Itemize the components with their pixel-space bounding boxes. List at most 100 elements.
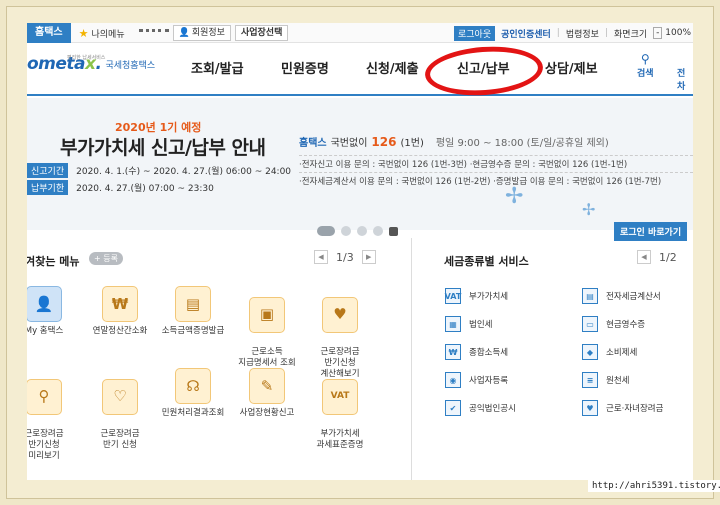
favorites-panel: 즐겨찾는 메뉴 + 등록 ◀ 1/3 ▶ 👤 My 홈택스 ₩ 연말정산간소화 … — [27, 238, 412, 480]
inquiry-line: ·전자세금계산서 이용 문의 : 국번없이 126 (1번-2번) ·증명발급 … — [299, 172, 693, 188]
schedule-text: 2020. 4. 1.(수) ~ 2020. 4. 27.(월) 06:00 ~… — [76, 167, 292, 177]
hotline-info: 홈택스 국번없이 126 (1번) 평일 9:00 ~ 18:00 (토/일/공… — [299, 135, 609, 149]
site-tab-hometax[interactable]: 홈택스 — [27, 23, 71, 43]
carousel-dot[interactable] — [341, 226, 351, 236]
tax-label: 종합소득세 — [469, 348, 509, 358]
search-button[interactable]: ⚲ 검색 — [637, 52, 654, 79]
page-indicator: 1/3 — [336, 250, 354, 264]
inquiry-line: ·전자신고 이용 문의 : 국번없이 126 (1번-3번) ·현금영수증 문의… — [299, 155, 693, 171]
person-icon: 👤 — [27, 286, 62, 322]
star-icon: ★ — [78, 26, 89, 40]
search-label: 검색 — [637, 69, 654, 79]
tile-label: 근로장려금 반기신청 미리보기 — [27, 429, 64, 461]
ledger-icon: ≡ — [582, 372, 598, 388]
prev-page-button[interactable]: ◀ — [637, 250, 651, 264]
member-info-label: 회원정보 — [191, 28, 225, 38]
favorites-pager: ◀ 1/3 ▶ — [314, 250, 376, 264]
blog-watermark: http://ahri5391.tistory.com — [588, 480, 720, 492]
carousel-dot[interactable] — [357, 226, 367, 236]
person-icon: 👤 — [178, 28, 190, 38]
heart-card-icon: ♥ — [322, 296, 358, 333]
hometax-logo[interactable]: 편리한 납세서비스 ometax. 국세청홈택스 — [27, 54, 155, 74]
cert-center-link[interactable]: 공인인증센터 — [501, 27, 551, 40]
add-favorite-button[interactable]: + 등록 — [89, 252, 123, 265]
schedule-payment: 납부기한 2020. 4. 27.(월) 07:00 ~ 23:30 — [27, 180, 214, 195]
tile-label: 근로장려금 반기 신청 — [100, 429, 140, 450]
my-menu-link[interactable]: ★ 나의메뉴 — [79, 27, 125, 40]
favorite-my-hometax[interactable]: 👤 My 홈택스 — [27, 286, 84, 337]
tax-vat[interactable]: VAT 부가가치세 — [445, 288, 508, 304]
tax-consumption[interactable]: ◆ 소비제세 — [582, 344, 637, 360]
nav-civil-certificate[interactable]: 민원증명 — [281, 58, 329, 77]
carousel-dot-active[interactable] — [317, 226, 335, 236]
divider: | — [604, 28, 609, 38]
favorite-civil-result[interactable]: ☊ 민원처리결과조회 — [153, 368, 233, 419]
tax-label: 근로·자녀장려금 — [606, 404, 664, 414]
legal-info-link[interactable]: 법령정보 — [566, 27, 599, 40]
favorite-business-status-report[interactable]: ✎ 사업장현황신고 — [227, 368, 307, 419]
vat-doc-icon: VAT — [322, 378, 358, 415]
tax-services-panel: 세금종류별 서비스 ◀ 1/2 VAT 부가가치세 ▦ 법인세 ₩ 종합소득세 … — [412, 238, 693, 480]
screen-size-label: 화면크기 — [614, 29, 648, 40]
favorite-incentive-preview[interactable]: ⚲ 근로장려금 반기신청 미리보기 — [27, 368, 84, 461]
money-bag-icon: ₩ — [102, 286, 138, 322]
prev-page-button[interactable]: ◀ — [314, 250, 328, 264]
tax-label: 부가가치세 — [469, 292, 509, 302]
tax-withholding[interactable]: ≡ 원천세 — [582, 372, 629, 388]
tax-cash-receipt[interactable]: ▭ 현금영수증 — [582, 316, 645, 332]
nav-inquiry-issue[interactable]: 조회/발급 — [191, 58, 244, 77]
tax-label: 현금영수증 — [606, 320, 646, 330]
pin-icon — [138, 29, 169, 37]
business-select-button[interactable]: 사업장선택 — [234, 25, 289, 41]
vat-icon: VAT — [445, 288, 461, 304]
tax-work-child-incentive[interactable]: ♥ 근로·자녀장려금 — [582, 400, 663, 416]
favorite-year-end-settlement[interactable]: ₩ 연말정산간소화 — [80, 286, 160, 337]
favorite-income-certificate[interactable]: ▤ 소득금액증명발급 — [153, 286, 233, 337]
heart-hand-icon: ♡ — [102, 378, 138, 415]
zoom-value: 100% — [665, 28, 691, 38]
hometax-page: 홈택스 ★ 나의메뉴 👤 회원정보 사업장선택 로그아웃 공인인증센터 | 법령… — [27, 23, 693, 480]
tax-label: 소비제세 — [606, 348, 638, 358]
utility-bar: 홈택스 ★ 나의메뉴 👤 회원정보 사업장선택 로그아웃 공인인증센터 | 법령… — [27, 23, 693, 43]
tile-label: 소득금액증명발급 — [161, 326, 225, 336]
tile-label: 민원처리결과조회 — [161, 408, 225, 418]
schedule-filing: 신고기간 2020. 4. 1.(수) ~ 2020. 4. 27.(월) 06… — [27, 163, 291, 178]
tile-label: 부가가치세 과세표준증명 — [316, 429, 364, 450]
pinwheel-icon: ✢ — [582, 200, 596, 219]
tax-corporate[interactable]: ▦ 법인세 — [445, 316, 492, 332]
divider: | — [556, 28, 560, 38]
checklist-icon: ✔ — [445, 400, 461, 416]
red-highlight-circle — [423, 42, 545, 100]
carousel-indicator — [317, 226, 398, 236]
favorite-incentive-calc[interactable]: ♥ 근로장려금 반기신청 계산해보기 — [300, 286, 380, 379]
favorite-earned-income-statement[interactable]: ▣ 근로소득 지급명세서 조회 — [227, 286, 307, 369]
carousel-dot[interactable] — [373, 226, 383, 236]
my-menu-label: 나의메뉴 — [91, 29, 125, 40]
tax-business-registration[interactable]: ◉ 사업자등록 — [445, 372, 508, 388]
next-page-button[interactable]: ▶ — [361, 250, 376, 264]
tile-label: My 홈택스 — [27, 326, 64, 336]
member-info-button[interactable]: 👤 회원정보 — [172, 25, 231, 41]
schedule-text: 2020. 4. 27.(월) 07:00 ~ 23:30 — [76, 184, 214, 194]
nav-apply-submit[interactable]: 신청/제출 — [366, 58, 419, 77]
coin-icon: ₩ — [445, 344, 461, 360]
magnifier-icon: ⚲ — [27, 378, 62, 415]
tax-e-invoice[interactable]: ▤ 전자세금계산서 — [582, 288, 661, 304]
nav-consult-report[interactable]: 상담/제보 — [545, 58, 598, 77]
zoom-button[interactable]: - 100% — [653, 27, 691, 39]
banner-title: 부가가치세 신고/납부 안내 — [60, 137, 266, 159]
all-menu-button[interactable]: 전차 — [677, 66, 693, 92]
tax-services-title: 세금종류별 서비스 — [444, 255, 529, 268]
tax-comprehensive-income[interactable]: ₩ 종합소득세 — [445, 344, 508, 360]
carousel-stop-icon[interactable] — [389, 226, 398, 236]
tax-label: 법인세 — [469, 320, 493, 330]
tile-label: 사업장현황신고 — [239, 408, 295, 418]
favorite-vat-tax-base[interactable]: VAT 부가가치세 과세표준증명 — [300, 368, 380, 451]
logout-button[interactable]: 로그아웃 — [453, 25, 496, 41]
favorite-incentive-apply[interactable]: ♡ 근로장려금 반기 신청 — [80, 368, 160, 451]
invoice-icon: ▤ — [582, 288, 598, 304]
tax-services-pager: ◀ 1/2 — [637, 250, 677, 264]
logo-tagline: 편리한 납세서비스 — [67, 55, 106, 61]
main-navigation: 편리한 납세서비스 ometax. 국세청홈택스 조회/발급 민원증명 신청/제… — [27, 42, 693, 100]
tax-public-interest[interactable]: ✔ 공익법인공시 — [445, 400, 516, 416]
